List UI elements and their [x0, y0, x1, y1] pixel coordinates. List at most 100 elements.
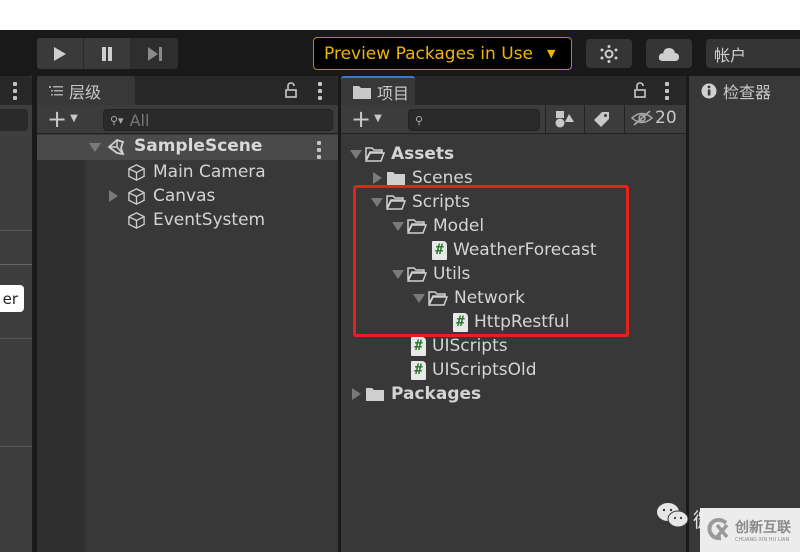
more-options-icon[interactable]	[665, 82, 669, 100]
chevron-down-icon: ▼	[546, 47, 556, 60]
cloud-icon	[658, 47, 679, 61]
create-button[interactable]: + ▼	[47, 107, 78, 131]
project-tree-item[interactable]: # UIScripts	[389, 334, 508, 358]
scene-header-row[interactable]: SampleScene	[37, 135, 338, 160]
hierarchy-item-label: Main Camera	[153, 162, 266, 182]
pause-button[interactable]	[84, 38, 131, 69]
divider	[0, 446, 32, 447]
divider	[0, 338, 32, 339]
expand-arrow-icon[interactable]	[109, 190, 118, 202]
preview-packages-dropdown[interactable]: Preview Packages in Use ▼	[313, 37, 572, 70]
search-icon: ⚲▾	[110, 113, 124, 127]
tab-project-label: 项目	[377, 83, 410, 103]
hierarchy-toolbar: + ▼ ⚲▾ All	[37, 105, 338, 134]
tab-hierarchy[interactable]: 层级	[37, 76, 135, 105]
preview-packages-label: Preview Packages in Use	[324, 43, 533, 64]
left-panel-tabbar	[0, 76, 32, 105]
collab-icon	[600, 44, 618, 63]
folder-icon	[387, 172, 405, 185]
plus-icon: +	[47, 105, 68, 133]
expand-arrow-icon[interactable]	[89, 143, 101, 152]
divider	[0, 264, 32, 265]
plus-icon: +	[351, 105, 372, 133]
play-icon	[54, 46, 66, 61]
collab-button[interactable]	[586, 39, 632, 68]
left-panel: er	[0, 76, 32, 552]
hierarchy-item[interactable]: Main Camera	[127, 160, 266, 184]
account-dropdown[interactable]: 帐户	[706, 39, 800, 68]
left-panel-search[interactable]	[0, 109, 28, 131]
lock-icon[interactable]	[285, 82, 297, 98]
list-icon	[49, 85, 63, 95]
step-icon	[147, 46, 162, 61]
main-toolbar: Preview Packages in Use ▼ 帐户	[0, 30, 800, 76]
info-icon	[701, 83, 717, 98]
tab-project[interactable]: 项目	[341, 76, 415, 105]
expand-arrow-icon[interactable]	[372, 172, 382, 184]
lock-icon[interactable]	[634, 82, 646, 98]
folder-open-icon	[365, 147, 385, 162]
tree-toggle[interactable]	[347, 388, 365, 400]
left-panel-button[interactable]: er	[0, 285, 24, 312]
watermark-logo: 创新互联 CHUANG XIN HU LIAN	[700, 508, 800, 552]
more-options-icon[interactable]	[318, 82, 322, 100]
watermark-brand: 创新互联	[735, 520, 791, 536]
divider	[624, 105, 625, 134]
play-button[interactable]	[37, 38, 84, 69]
hierarchy-search-input[interactable]: ⚲▾ All	[103, 109, 333, 131]
tab-inspector[interactable]: 检查器	[689, 76, 800, 105]
csharp-script-icon: #	[411, 336, 426, 356]
project-tree-item-label: UIScripts	[432, 336, 508, 356]
project-toolbar: + ▼ ⚲ 20	[341, 105, 686, 134]
chevron-down-icon: ▼	[374, 113, 382, 124]
more-options-icon[interactable]	[13, 82, 17, 100]
search-icon: ⚲	[415, 113, 424, 127]
folder-icon	[366, 388, 384, 401]
project-tree-item[interactable]: Assets	[347, 142, 454, 166]
pause-icon	[102, 46, 112, 61]
search-placeholder: All	[129, 110, 150, 130]
chevron-down-icon: ▼	[70, 113, 78, 124]
step-button[interactable]	[131, 38, 178, 69]
hierarchy-gutter	[37, 160, 85, 552]
hierarchy-tabbar: 层级	[37, 76, 338, 105]
gameobject-cube-icon	[128, 211, 145, 229]
wechat-icon	[657, 503, 689, 528]
divider	[545, 105, 546, 134]
scene-options-icon[interactable]	[317, 141, 321, 159]
brand-logo-icon	[707, 517, 729, 541]
gameobject-cube-icon	[128, 163, 145, 181]
tab-inspector-label: 检查器	[723, 82, 772, 102]
hierarchy-item[interactable]: Canvas	[109, 184, 215, 208]
window-top-margin	[0, 0, 800, 30]
hierarchy-panel: 层级 + ▼ ⚲▾ All SampleScene Main Camera Can…	[37, 76, 338, 552]
inspector-panel: 检查器	[689, 76, 800, 552]
hidden-packages-toggle[interactable]: 20	[631, 108, 677, 128]
hierarchy-item-label: EventSystem	[153, 210, 266, 230]
project-search-input[interactable]: ⚲	[408, 109, 540, 131]
create-button[interactable]: + ▼	[351, 107, 382, 131]
tab-hierarchy-label: 层级	[69, 82, 102, 102]
folder-icon	[353, 85, 371, 99]
cloud-button[interactable]	[646, 39, 692, 68]
divider	[0, 230, 32, 231]
collapse-arrow-icon[interactable]	[350, 149, 362, 159]
divider	[584, 105, 585, 134]
project-tree-item[interactable]: Packages	[347, 382, 481, 406]
filter-by-label-icon[interactable]	[593, 111, 611, 127]
project-tabbar: 项目	[341, 76, 686, 105]
project-tree-item[interactable]: # UIScriptsOld	[389, 358, 537, 382]
hierarchy-item[interactable]: EventSystem	[127, 208, 265, 232]
unity-scene-icon	[107, 138, 125, 156]
filter-by-type-icon[interactable]	[555, 110, 575, 128]
tree-toggle[interactable]	[368, 172, 386, 184]
tree-toggle[interactable]	[347, 149, 365, 159]
inspector-tabbar: 检查器	[689, 76, 800, 105]
csharp-script-icon: #	[411, 360, 426, 380]
gameobject-cube-icon	[128, 187, 145, 205]
scene-name: SampleScene	[134, 136, 263, 156]
hidden-count: 20	[655, 108, 677, 128]
project-tree-item-label: Assets	[391, 144, 455, 164]
playmode-controls	[37, 38, 178, 69]
expand-arrow-icon[interactable]	[351, 388, 361, 400]
